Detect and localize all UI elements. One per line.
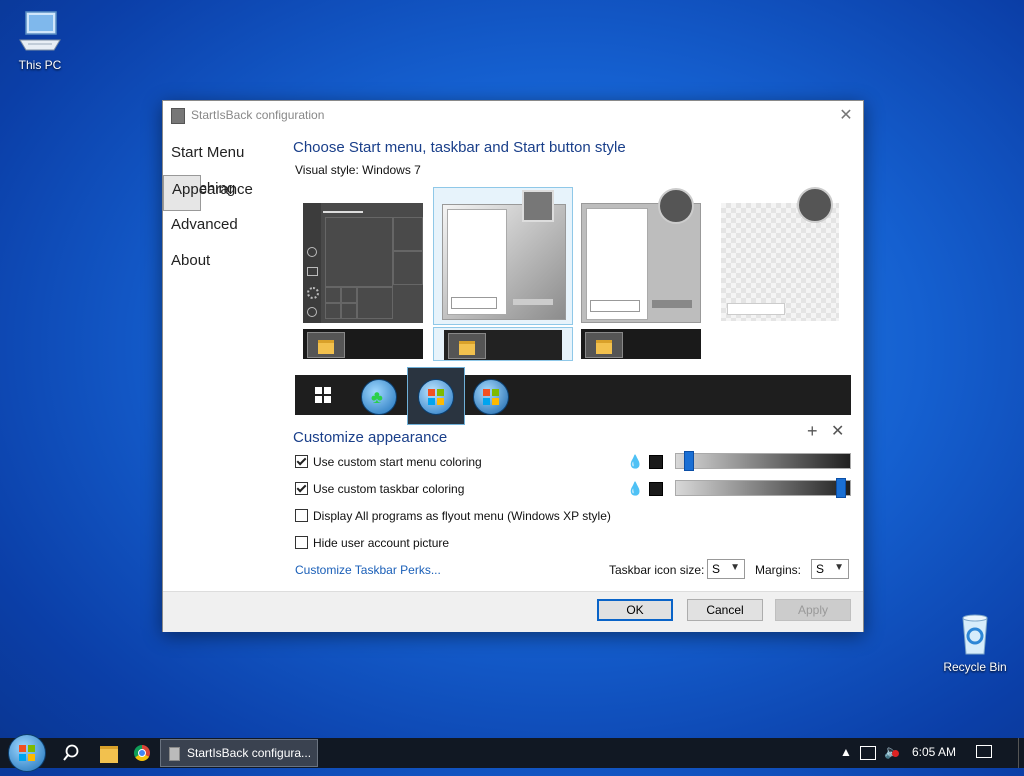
checkbox-box (295, 536, 308, 549)
avatar-icon (797, 187, 833, 223)
windows10-logo-icon[interactable] (315, 387, 331, 403)
start-style-windows10-thumb[interactable] (303, 203, 423, 323)
power-icon (307, 307, 317, 317)
start-menu-slider-thumb[interactable] (684, 451, 694, 471)
this-pc-label: This PC (18, 58, 62, 72)
margins-label: Margins: (755, 563, 802, 577)
notification-icon[interactable] (976, 745, 992, 758)
avatar-icon (658, 188, 694, 224)
chevron-up-icon[interactable]: ▲ (840, 745, 852, 759)
speaker-muted-icon[interactable]: 🔈 (884, 744, 900, 760)
nav-item-start-menu[interactable]: Start Menu (163, 139, 287, 175)
start-style-classic-thumb[interactable] (581, 188, 701, 323)
windows7-orb-icon (418, 379, 454, 415)
nav-item-advanced[interactable]: Advanced (163, 211, 287, 247)
visual-style-line: Visual style: Windows 7 (295, 163, 421, 177)
recycle-bin-desktop-icon[interactable]: Recycle Bin (935, 612, 1015, 674)
apply-button[interactable]: Apply (775, 599, 851, 621)
dialog-footer: OK Cancel Apply (163, 591, 863, 632)
start-style-windows7-thumb[interactable] (433, 187, 573, 325)
customize-heading: Customize appearance (293, 429, 448, 446)
this-pc-desktop-icon[interactable]: This PC (0, 10, 80, 72)
margins-select[interactable]: S ▼ (811, 559, 849, 579)
taskbar-style-3[interactable] (581, 329, 701, 359)
start-button-strip: ♣ (295, 367, 851, 425)
start-menu-color-swatch[interactable] (649, 455, 663, 469)
windows-orb-alt-icon[interactable] (473, 379, 509, 415)
taskbar: StartIsBack configura... ▲ 🔈 6:05 AM (0, 734, 1024, 772)
show-desktop-button[interactable] (1018, 738, 1024, 768)
recycle-bin-icon (951, 612, 999, 656)
app-icon (169, 747, 180, 761)
cancel-button[interactable]: Cancel (687, 599, 763, 621)
checkbox-box (295, 455, 308, 468)
visual-style-label: Visual style: (295, 163, 359, 177)
style-heading: Choose Start menu, taskbar and Start but… (293, 139, 626, 156)
checkbox-box (295, 482, 308, 495)
taskbar-task-startisback[interactable]: StartIsBack configura... (160, 739, 318, 767)
chevron-down-icon: ▼ (834, 562, 844, 573)
chevron-down-icon: ▼ (730, 562, 740, 573)
opacity-drop-icon: 💧 (627, 454, 644, 469)
folder-icon (307, 332, 345, 358)
search-icon[interactable] (62, 744, 80, 762)
folder-icon (585, 332, 623, 358)
start-button[interactable] (8, 734, 46, 772)
recycle-bin-label: Recycle Bin (943, 660, 1007, 674)
start-menu-color-slider[interactable] (675, 451, 851, 471)
customize-taskbar-perks-link[interactable]: Customize Taskbar Perks... (295, 563, 441, 577)
taskbar-style-2-frame[interactable] (433, 327, 573, 361)
app-icon (171, 108, 185, 124)
nav-item-appearance[interactable]: Appearance (163, 175, 253, 211)
checkbox-box (295, 509, 308, 522)
chrome-icon[interactable] (134, 745, 150, 761)
clover-orb-icon[interactable]: ♣ (361, 379, 397, 415)
hide-account-picture-checkbox[interactable]: Hide user account picture (295, 536, 449, 552)
taskbar-color-swatch[interactable] (649, 482, 663, 496)
start-style-transparent-thumb[interactable] (721, 187, 839, 321)
clock[interactable]: 6:05 AM (912, 745, 956, 759)
user-icon (307, 247, 317, 257)
network-icon[interactable] (860, 746, 876, 760)
side-nav: Start Menu Appearance Switching Advanced… (163, 139, 287, 283)
title-bar[interactable]: StartIsBack configuration ✕ (163, 101, 863, 131)
flyout-menu-checkbox[interactable]: Display All programs as flyout menu (Win… (295, 509, 611, 525)
folder-icon (448, 333, 486, 359)
settings-icon (307, 287, 319, 299)
custom-start-menu-coloring-checkbox[interactable]: Use custom start menu coloring (295, 455, 482, 471)
taskbar-style-1[interactable] (303, 329, 423, 359)
taskbar-style-2 (444, 330, 562, 360)
add-icon[interactable]: + (807, 421, 818, 442)
remove-icon[interactable]: ✕ (831, 421, 844, 441)
startisback-config-window: StartIsBack configuration ✕ Start Menu A… (162, 100, 864, 632)
taskbar-color-slider[interactable] (675, 478, 851, 498)
nav-item-about[interactable]: About (163, 247, 287, 283)
taskbar-slider-thumb[interactable] (836, 478, 846, 498)
taskbar-icon-size-select[interactable]: S ▼ (707, 559, 745, 579)
custom-taskbar-coloring-checkbox[interactable]: Use custom taskbar coloring (295, 482, 464, 498)
windows-logo-icon (19, 745, 35, 761)
taskbar-icon-size-label: Taskbar icon size: (609, 563, 705, 577)
visual-style-value: Windows 7 (362, 163, 421, 177)
close-button[interactable]: ✕ (835, 105, 857, 127)
file-explorer-icon[interactable] (100, 746, 118, 763)
computer-icon (16, 10, 64, 54)
ok-button[interactable]: OK (597, 599, 673, 621)
pictures-icon (307, 267, 318, 276)
window-title: StartIsBack configuration (191, 108, 325, 122)
avatar-icon (522, 190, 554, 222)
opacity-drop-icon: 💧 (627, 481, 644, 496)
